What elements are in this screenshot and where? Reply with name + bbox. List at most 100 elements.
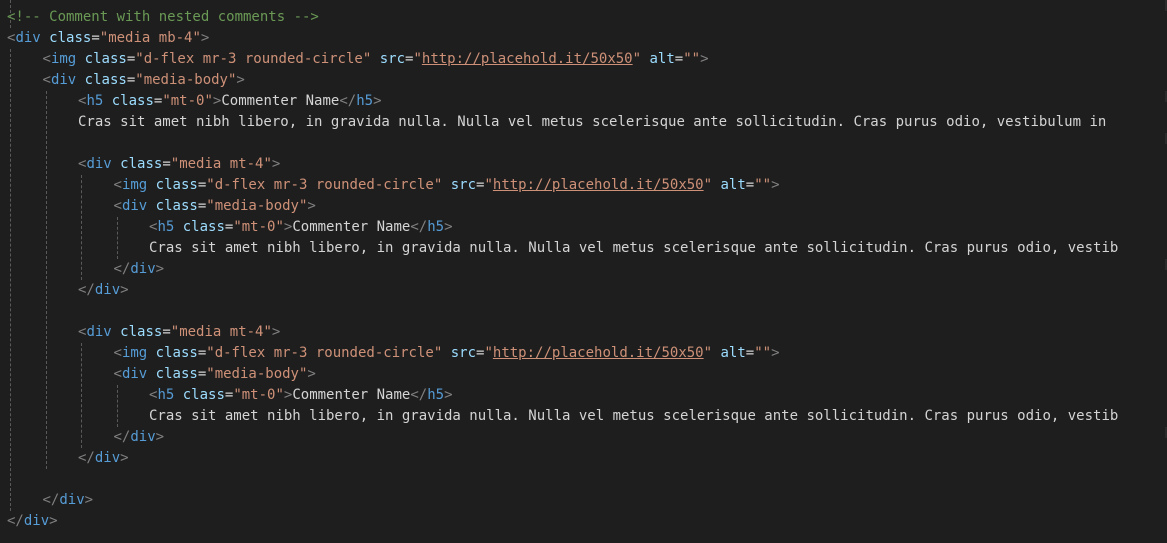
attribute-name-token: class	[84, 72, 127, 88]
code-line[interactable]: </div>	[78, 280, 129, 301]
text-token: Commenter Name	[292, 219, 411, 235]
punctuation-token: >	[444, 219, 453, 235]
punctuation-token: >	[200, 30, 210, 46]
string-token: "	[632, 51, 642, 67]
code-editor[interactable]: <!-- Comment with nested comments --> <di…	[0, 0, 1167, 543]
code-line[interactable]: <h5 class="mt-0">Commenter Name</h5>	[149, 385, 453, 406]
code-line[interactable]: <img class="d-flex mr-3 rounded-circle" …	[43, 49, 709, 70]
string-token: "	[413, 51, 422, 67]
string-token: ""	[754, 177, 772, 193]
code-line[interactable]: <div class="media mt-4">	[78, 322, 280, 343]
code-line[interactable]: <div class="media mb-4">	[7, 28, 209, 49]
code-line[interactable]: <!-- Comment with nested comments -->	[7, 7, 319, 28]
code-line[interactable]: <div class="media-body">	[43, 70, 245, 91]
code-line[interactable]: </div>	[78, 448, 129, 469]
code-line[interactable]: </div>	[114, 427, 165, 448]
equals-token: =	[126, 72, 136, 88]
code-line[interactable]: </div>	[114, 259, 165, 280]
punctuation-token: >	[444, 387, 453, 403]
punctuation-token: >	[155, 429, 165, 445]
punctuation-token: >	[120, 282, 129, 298]
code-line[interactable]: Cras sit amet nibh libero, in gravida nu…	[78, 112, 1106, 133]
string-token: ""	[754, 345, 772, 361]
code-line[interactable]: Cras sit amet nibh libero, in gravida nu…	[149, 238, 1118, 259]
equals-token: =	[197, 345, 207, 361]
equals-token: =	[126, 51, 136, 67]
equals-token: =	[745, 345, 755, 361]
string-token: "media mt-4"	[170, 156, 272, 172]
attribute-name-token: src	[450, 177, 477, 193]
tag-name-token: img	[121, 345, 148, 361]
indent-guide	[10, 49, 11, 511]
punctuation-token: <	[113, 198, 122, 214]
tag-name-token: div	[86, 324, 112, 340]
punctuation-token: >	[155, 261, 165, 277]
string-token: "d-flex mr-3 rounded-circle"	[206, 345, 443, 361]
punctuation-token: >	[120, 450, 129, 466]
code-line[interactable]: </div>	[43, 490, 94, 511]
attribute-name-token: class	[111, 93, 154, 109]
indent-guide	[81, 343, 82, 448]
tag-name-token: img	[121, 177, 148, 193]
code-line[interactable]: </div>	[7, 511, 58, 532]
code-line[interactable]: Cras sit amet nibh libero, in gravida nu…	[149, 406, 1118, 427]
code-line[interactable]: <h5 class="mt-0">Commenter Name</h5>	[78, 91, 382, 112]
code-line[interactable]: <img class="d-flex mr-3 rounded-circle" …	[114, 175, 780, 196]
punctuation-token: <	[113, 177, 122, 193]
url-link[interactable]: http://placehold.it/50x50	[493, 345, 704, 361]
indent-guide	[81, 175, 82, 280]
url-link[interactable]: http://placehold.it/50x50	[493, 177, 704, 193]
code-line[interactable]: <div class="media-body">	[114, 364, 316, 385]
punctuation-token: >	[236, 72, 245, 88]
attribute-name-token: src	[379, 51, 406, 67]
string-token: ""	[683, 51, 701, 67]
attribute-name-token: alt	[720, 345, 746, 361]
string-token: "d-flex mr-3 rounded-circle"	[206, 177, 443, 193]
url-link[interactable]: http://placehold.it/50x50	[422, 51, 633, 67]
string-token: "	[703, 345, 713, 361]
punctuation-token: </	[410, 219, 428, 235]
string-token: "mt-0"	[233, 387, 284, 403]
attribute-name-token: class	[120, 156, 163, 172]
string-token: "	[703, 177, 713, 193]
punctuation-token: </	[78, 282, 95, 298]
equals-token: =	[197, 177, 207, 193]
string-token: "media mb-4"	[99, 30, 201, 46]
equals-token: =	[91, 30, 100, 46]
punctuation-token: >	[771, 177, 780, 193]
equals-token: =	[674, 51, 684, 67]
tag-name-token: div	[86, 156, 112, 172]
tag-name-token: div	[59, 492, 85, 508]
code-line[interactable]: <h5 class="mt-0">Commenter Name</h5>	[149, 217, 453, 238]
punctuation-token: </	[7, 513, 24, 529]
tag-name-token: h5	[157, 387, 175, 403]
attribute-name-token: src	[450, 345, 477, 361]
code-line[interactable]: <img class="d-flex mr-3 rounded-circle" …	[114, 343, 780, 364]
tag-name-token: h5	[427, 387, 445, 403]
punctuation-token: >	[307, 198, 316, 214]
equals-token: =	[162, 324, 171, 340]
equals-token: =	[197, 366, 207, 382]
tag-name-token: div	[121, 198, 148, 214]
string-token: "media mt-4"	[170, 324, 272, 340]
string-token: "	[484, 345, 493, 361]
equals-token: =	[162, 156, 171, 172]
code-line[interactable]: <div class="media-body">	[114, 196, 316, 217]
comment-token: <!-- Comment with nested comments -->	[7, 9, 319, 25]
code-line[interactable]: <div class="media mt-4">	[78, 154, 280, 175]
text-token: Cras sit amet nibh libero, in gravida nu…	[78, 114, 1107, 130]
tag-name-token: div	[23, 513, 50, 529]
tag-name-token: div	[50, 72, 77, 88]
